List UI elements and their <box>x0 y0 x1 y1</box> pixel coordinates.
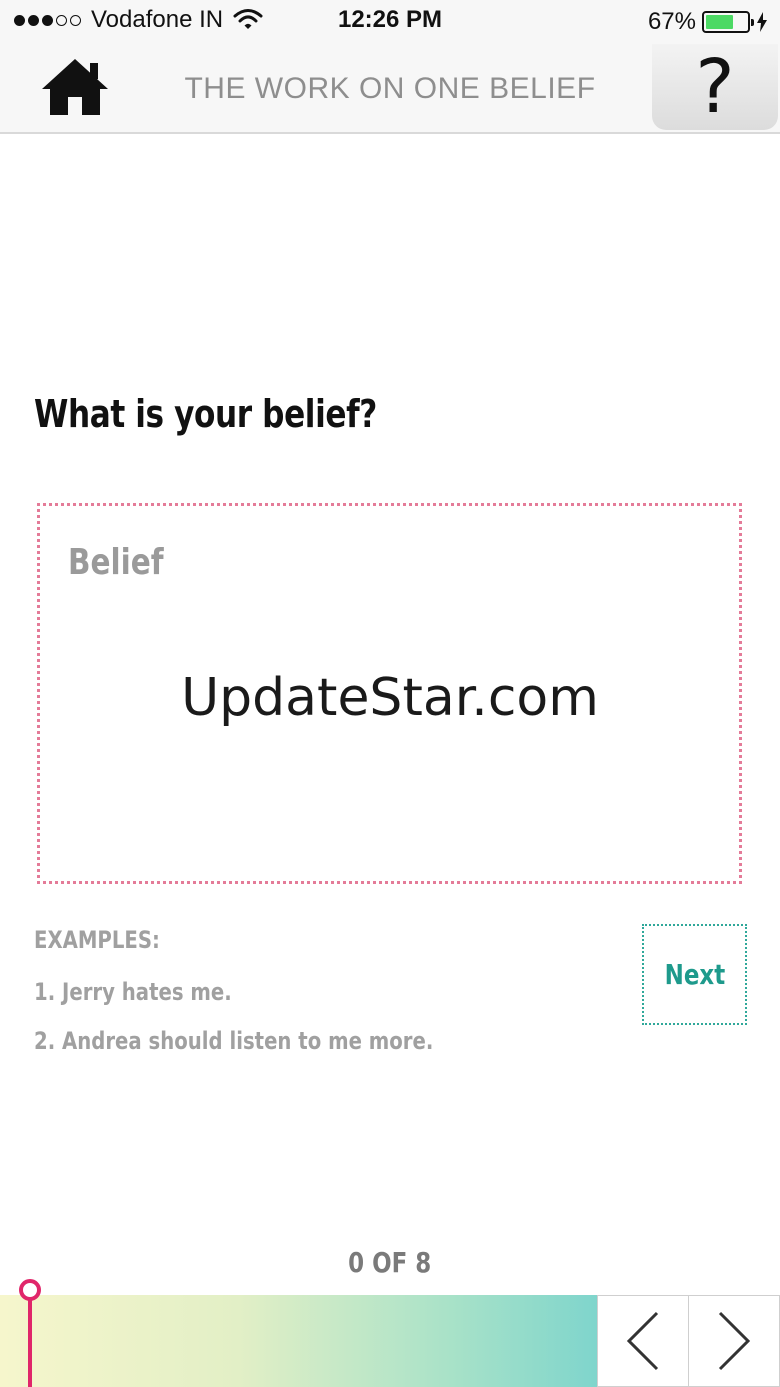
home-icon <box>42 59 108 115</box>
forward-button[interactable] <box>688 1295 780 1387</box>
status-right: 67% <box>648 8 768 36</box>
status-bar: Vodafone IN 12:26 PM 67% <box>0 0 780 44</box>
next-button[interactable]: Next <box>642 924 747 1025</box>
example-item: 2. Andrea should listen to me more. <box>34 1027 434 1055</box>
help-button[interactable]: ? <box>652 44 778 130</box>
signal-dot <box>56 14 67 26</box>
signal-dot <box>42 14 53 26</box>
wifi-icon <box>233 9 263 29</box>
signal-strength-icon <box>14 14 81 26</box>
progress-marker-icon[interactable] <box>18 1278 42 1387</box>
signal-dot <box>14 14 25 26</box>
signal-dot <box>28 14 39 26</box>
battery-fill <box>706 15 733 29</box>
home-button[interactable] <box>38 54 112 120</box>
progress-track[interactable] <box>0 1295 597 1387</box>
chevron-left-icon <box>626 1311 659 1371</box>
battery-nub <box>751 19 754 26</box>
nav-bar: THE WORK ON ONE BELIEF ? <box>0 44 780 134</box>
carrier-name: Vodafone IN <box>91 6 224 33</box>
charging-bolt-icon <box>757 12 767 32</box>
progress-label: 0 OF 8 <box>0 1246 780 1279</box>
watermark: UpdateStar.com <box>181 668 599 728</box>
examples-heading: EXAMPLES: <box>34 926 160 954</box>
next-button-label: Next <box>664 958 725 991</box>
battery-percent: 67% <box>647 8 696 35</box>
belief-input[interactable] <box>68 542 593 583</box>
battery-icon <box>702 11 754 33</box>
question-heading: What is your belief? <box>34 392 377 436</box>
example-item: 1. Jerry hates me. <box>34 978 232 1006</box>
chevron-right-icon <box>718 1311 751 1371</box>
signal-dot <box>70 14 81 26</box>
status-left: Vodafone IN <box>14 6 263 34</box>
progress-text: 0 OF 8 <box>348 1246 432 1279</box>
previous-button[interactable] <box>597 1295 689 1387</box>
